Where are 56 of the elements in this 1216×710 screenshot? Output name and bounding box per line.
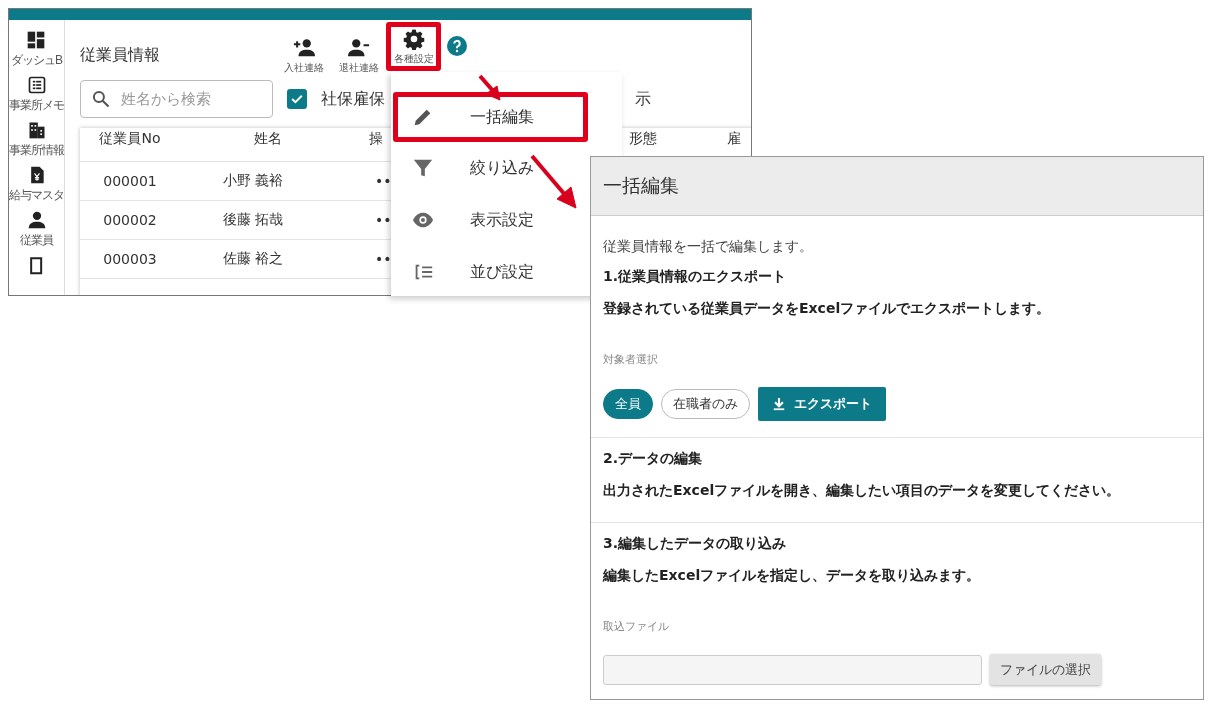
column-header: 雇: [726, 130, 742, 148]
section-description: 出力されたExcelファイルを開き、編集したい項目のデータを変更してください。: [603, 482, 1122, 500]
settings-icon: [402, 28, 425, 50]
table-cell-text: 佐藤 裕之: [222, 250, 285, 268]
more-icon[interactable]: ••: [355, 212, 392, 228]
sidebar-item[interactable]: ダッシュB: [11, 30, 62, 69]
sidebar-item[interactable]: 事業所メモ: [9, 75, 64, 114]
section-description: 登録されている従業員データをExcelファイルでエクスポートします。: [603, 300, 1052, 318]
file-path-field[interactable]: [603, 654, 982, 685]
field-label: 取込ファイル: [603, 619, 670, 634]
help-icon[interactable]: [447, 36, 467, 56]
list-icon: [26, 75, 47, 95]
page-title: 従業員情報: [80, 44, 161, 66]
add-person-icon: [292, 37, 315, 59]
column-header: 姓名: [252, 130, 283, 148]
sidebar-item[interactable]: 従業員: [20, 210, 53, 249]
export-button[interactable]: エクスポート: [758, 387, 886, 421]
column-header: 操: [368, 130, 384, 148]
sidebar-item[interactable]: 事業所情報: [9, 120, 64, 159]
menu-item[interactable]: 絞り込み: [393, 142, 588, 194]
column-header: 従業員No: [98, 130, 162, 148]
file-select-button[interactable]: ファイルの選択: [990, 654, 1101, 685]
intro-text: 従業員情報を一括で編集します。: [603, 238, 814, 256]
field-label: 対象者選択: [603, 352, 659, 367]
dialog-title: 一括編集: [591, 157, 1203, 216]
section-heading: 2.データの編集: [603, 450, 704, 468]
arrow-drawing: [478, 74, 501, 101]
table-cell-text: 000001: [102, 173, 158, 189]
funnel-icon: [412, 157, 434, 179]
table-cell-text: 後藤 拓哉: [222, 211, 285, 229]
remove-person-icon: [347, 37, 370, 59]
search-input[interactable]: 姓名から検索: [119, 89, 263, 109]
table-cell-text: 小野 義裕: [222, 172, 285, 190]
more-icon[interactable]: ••: [355, 173, 392, 189]
section-heading: 1.従業員情報のエクスポート: [603, 268, 788, 286]
checkbox[interactable]: [287, 89, 307, 109]
filter-label: 示: [635, 88, 651, 110]
menu-item[interactable]: 一括編集: [393, 92, 588, 142]
option-chip[interactable]: 全員: [603, 389, 653, 419]
more-icon[interactable]: ••: [355, 251, 392, 267]
column-header: 形態: [628, 130, 658, 148]
download-icon: [772, 397, 786, 411]
toolbar-button[interactable]: 入社連絡: [276, 32, 331, 80]
checkbox-label: 社保雇保: [321, 88, 385, 110]
search-field[interactable]: 姓名から検索: [80, 80, 273, 118]
menu-item[interactable]: 並び設定: [393, 246, 588, 298]
search-icon: [91, 89, 111, 109]
section-description: 編集したExcelファイルを指定し、データを取り込みます。: [603, 567, 982, 585]
sidebar-item[interactable]: 給与マスタ: [9, 165, 64, 204]
dashboard-icon: [26, 30, 47, 50]
table-cell-text: 000002: [102, 212, 158, 228]
table-cell-text: 000003: [102, 251, 158, 267]
person-icon: [26, 210, 47, 230]
section-heading: 3.編集したデータの取り込み: [603, 535, 788, 553]
option-chip[interactable]: 在職者のみ: [661, 389, 750, 419]
toolbar-button[interactable]: 退社連絡: [331, 32, 386, 80]
